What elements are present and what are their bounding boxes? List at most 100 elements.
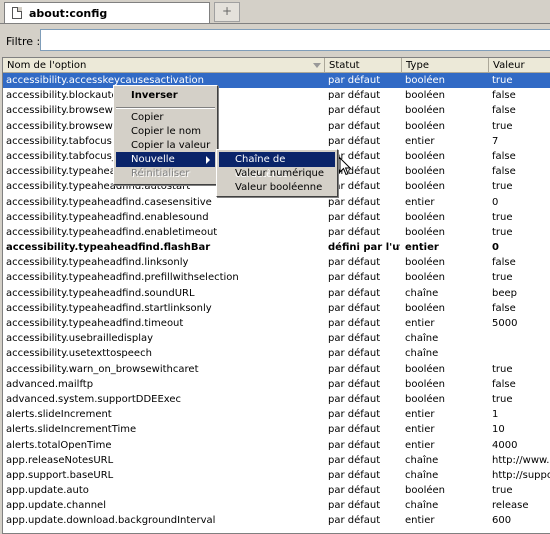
table-row[interactable]: accessibility.usetexttospeech par défaut c… bbox=[3, 346, 550, 361]
table-header: Nom de l'option Statut Type Valeur bbox=[3, 58, 550, 73]
cell-name: alerts.slideIncrement bbox=[6, 409, 112, 421]
cell-status: par défaut bbox=[328, 90, 381, 102]
cell-value: true bbox=[492, 393, 513, 405]
table-row[interactable]: advanced.mailftp par défaut booléen false bbox=[3, 377, 550, 392]
cell-status: par défaut bbox=[328, 181, 381, 193]
cell-status: par défaut bbox=[328, 393, 381, 405]
cell-value: true bbox=[492, 75, 513, 86]
menu-item-copy-name-label: Copier le nom bbox=[131, 126, 201, 137]
menu-item-copy[interactable]: Copier bbox=[116, 110, 215, 125]
cell-type: booléen bbox=[405, 302, 446, 314]
table-row[interactable]: accessibility.warn_on_browsewithcaret par… bbox=[3, 362, 550, 377]
table-row[interactable]: alerts.totalOpenTime par défaut entier 4000 bbox=[3, 438, 550, 453]
filter-input[interactable] bbox=[40, 29, 550, 51]
cell-type: chaîne bbox=[405, 287, 439, 299]
table-row[interactable]: accessibility.typeaheadfind.flashBar défi… bbox=[3, 240, 550, 255]
cell-type: chaîne bbox=[405, 348, 439, 360]
table-row[interactable]: accessibility.typeaheadfind.enablesound p… bbox=[3, 210, 550, 225]
menu-item-copy-name[interactable]: Copier le nom bbox=[116, 124, 215, 139]
cell-status: par défaut bbox=[328, 196, 381, 208]
column-header-type[interactable]: Type bbox=[402, 58, 489, 73]
cell-status: par défaut bbox=[328, 363, 381, 375]
cell-status: défini par l'uti... bbox=[328, 242, 400, 254]
cell-type: booléen bbox=[405, 485, 446, 497]
table-row[interactable]: accessibility.accesskeycausesactivation p… bbox=[3, 73, 550, 89]
tab-about-config[interactable]: about:config bbox=[4, 2, 210, 24]
table-row[interactable]: accessibility.typeaheadfind.soundURL par … bbox=[3, 286, 550, 301]
cell-type: entier bbox=[405, 515, 435, 527]
column-header-value[interactable]: Valeur bbox=[489, 58, 550, 73]
cell-status: par défaut bbox=[328, 257, 381, 269]
table-row[interactable]: alerts.slideIncrement par défaut entier 1 bbox=[3, 407, 550, 422]
cell-status: par défaut bbox=[328, 485, 381, 497]
filter-label: Filtre : bbox=[6, 35, 41, 48]
table-row[interactable]: accessibility.typeaheadfind.timeout par d… bbox=[3, 316, 550, 331]
column-header-name[interactable]: Nom de l'option bbox=[3, 58, 325, 73]
table-row[interactable]: accessibility.browsewithca par défaut bool… bbox=[3, 119, 550, 134]
table-row[interactable]: accessibility.typeaheadfind.linksonly par… bbox=[3, 255, 550, 270]
cell-status: par défaut bbox=[328, 500, 381, 512]
cell-name: app.releaseNotesURL bbox=[6, 454, 114, 466]
cell-type: booléen bbox=[405, 90, 446, 102]
cell-name: accessibility.usetexttospeech bbox=[6, 348, 152, 360]
table-row[interactable]: accessibility.browsewithca par défaut bool… bbox=[3, 103, 550, 118]
tab-bar: about:config + bbox=[0, 0, 550, 24]
cell-type: chaîne bbox=[405, 333, 439, 345]
column-header-status[interactable]: Statut bbox=[325, 58, 402, 73]
table-row[interactable]: accessibility.typeaheadfind.enabletimeou… bbox=[3, 225, 550, 240]
table-row[interactable]: accessibility.tabfocus par défaut entier 7 bbox=[3, 134, 550, 149]
cell-value: false bbox=[492, 302, 516, 314]
cell-name: app.update.channel bbox=[6, 500, 106, 512]
cell-status: par défaut bbox=[328, 75, 381, 86]
menu-item-reset[interactable]: Réinitialiser bbox=[116, 166, 215, 181]
table-row[interactable]: accessibility.typeaheadfind.prefillwiths… bbox=[3, 270, 550, 285]
submenu-arrow-icon bbox=[206, 156, 210, 164]
submenu-item-integer-label: Valeur numérique bbox=[235, 168, 325, 179]
cell-type: chaîne bbox=[405, 469, 439, 481]
new-tab-button[interactable]: + bbox=[214, 2, 240, 22]
table-row[interactable]: accessibility.usebrailledisplay par défau… bbox=[3, 331, 550, 346]
table-row[interactable]: app.update.channel par défaut chaîne releas… bbox=[3, 498, 550, 513]
cell-value: 0 bbox=[492, 242, 499, 254]
table-row[interactable]: app.support.baseURL par défaut chaîne http:… bbox=[3, 468, 550, 483]
table-row[interactable]: app.update.auto par défaut booléen true bbox=[3, 483, 550, 498]
menu-item-new[interactable]: Nouvelle bbox=[116, 152, 215, 167]
table-row[interactable]: app.update.download.backgroundInterval pa… bbox=[3, 513, 550, 528]
menu-item-copy-value[interactable]: Copier la valeur bbox=[116, 138, 215, 153]
cell-name: accessibility.typeaheadfind.prefillwiths… bbox=[6, 272, 239, 284]
table-row[interactable]: alerts.slideIncrementTime par défaut entie… bbox=[3, 422, 550, 437]
submenu-item-string[interactable]: Chaîne de caractères bbox=[219, 152, 335, 180]
table-row[interactable]: accessibility.typeaheadfind.startlinkson… bbox=[3, 301, 550, 316]
context-menu: Inverser Copier Copier le nom Copier la … bbox=[113, 85, 218, 185]
column-header-value-label: Valeur bbox=[493, 60, 525, 71]
cell-status: par défaut bbox=[328, 439, 381, 451]
cell-status: par défaut bbox=[328, 105, 381, 117]
cell-value: true bbox=[492, 120, 513, 132]
table-row[interactable]: app.releaseNotesURL par défaut chaîne http:… bbox=[3, 453, 550, 468]
cell-status: par défaut bbox=[328, 135, 381, 147]
cell-value: false bbox=[492, 257, 516, 269]
cell-type: entier bbox=[405, 409, 435, 421]
cell-name: advanced.mailftp bbox=[6, 378, 94, 390]
menu-separator bbox=[116, 107, 215, 109]
cell-value: false bbox=[492, 105, 516, 117]
menu-item-toggle[interactable]: Inverser bbox=[116, 88, 215, 103]
tab-title: about:config bbox=[29, 7, 108, 20]
cell-value: 5000 bbox=[492, 318, 518, 329]
cell-type: entier bbox=[405, 424, 435, 436]
submenu-item-boolean[interactable]: Valeur booléenne bbox=[219, 180, 335, 195]
cell-value: true bbox=[492, 181, 513, 193]
page-icon bbox=[12, 7, 22, 19]
cell-name: alerts.slideIncrementTime bbox=[6, 424, 137, 436]
menu-item-copy-value-label: Copier la valeur bbox=[131, 140, 211, 151]
cell-value: 0 bbox=[492, 196, 499, 208]
table-row[interactable]: accessibility.blockautorefre par défaut bo… bbox=[3, 88, 550, 103]
table-row[interactable]: advanced.system.supportDDEExec par défaut… bbox=[3, 392, 550, 407]
submenu-item-integer[interactable]: Valeur numérique bbox=[219, 166, 335, 181]
cell-type: entier bbox=[405, 318, 435, 329]
cell-type: chaîne bbox=[405, 500, 439, 512]
column-header-status-label: Statut bbox=[329, 60, 360, 71]
cell-type: booléen bbox=[405, 226, 446, 238]
cell-type: booléen bbox=[405, 75, 446, 86]
table-rows: accessibility.accesskeycausesactivation p… bbox=[3, 73, 550, 529]
